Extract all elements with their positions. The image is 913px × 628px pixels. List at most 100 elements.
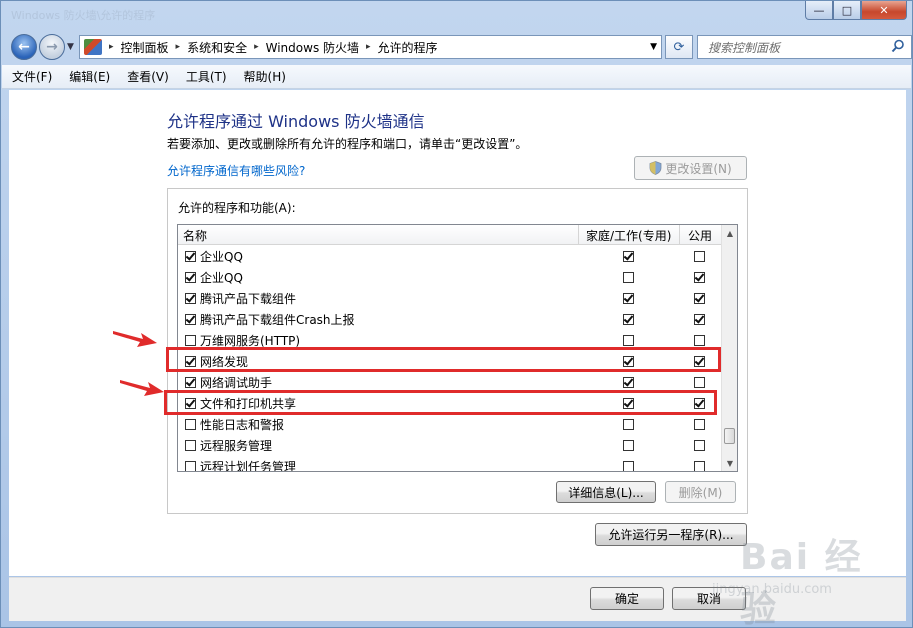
public-checkbox[interactable] (694, 272, 705, 283)
details-button[interactable]: 详细信息(L)... (556, 481, 656, 503)
column-public[interactable]: 公用 (688, 227, 712, 244)
public-checkbox[interactable] (694, 335, 705, 346)
home-work-checkbox[interactable] (623, 461, 634, 471)
scroll-thumb[interactable] (724, 428, 735, 444)
highlight-file-printer-sharing (164, 390, 717, 415)
chevron-right-icon[interactable]: ▸ (109, 42, 114, 52)
table-row[interactable]: 腾讯产品下载组件 (178, 288, 723, 309)
chevron-right-icon[interactable]: ▸ (254, 42, 259, 52)
menu-tools[interactable]: 工具(T) (186, 68, 227, 85)
scroll-up-icon[interactable]: ▲ (722, 225, 737, 241)
minimize-button[interactable]: — (805, 1, 833, 20)
program-name: 网络调试助手 (200, 376, 273, 390)
list-header: 名称 家庭/工作(专用) 公用 (178, 225, 723, 245)
home-work-checkbox[interactable] (623, 272, 634, 283)
uac-shield-icon (649, 161, 662, 175)
maximize-icon: □ (841, 3, 853, 17)
enable-checkbox[interactable] (185, 335, 196, 346)
recent-pages-dropdown[interactable]: ▼ (67, 42, 74, 52)
back-button[interactable]: ← (11, 34, 37, 60)
enable-checkbox[interactable] (185, 314, 196, 325)
address-bar[interactable]: ▸ 控制面板 ▸ 系统和安全 ▸ Windows 防火墙 ▸ 允许的程序 ▼ (79, 35, 662, 59)
program-name: 远程计划任务管理 (200, 460, 297, 472)
close-icon: ✕ (879, 3, 889, 17)
chevron-down-icon[interactable]: ▼ (650, 42, 657, 52)
home-work-checkbox[interactable] (623, 440, 634, 451)
baidu-watermark: Bai 经验 jingyan.baidu.com (700, 520, 900, 628)
column-home-work[interactable]: 家庭/工作(专用) (586, 227, 671, 244)
breadcrumb-system-security[interactable]: 系统和安全 (187, 39, 247, 56)
breadcrumb-windows-firewall[interactable]: Windows 防火墙 (266, 39, 359, 56)
control-panel-icon (84, 39, 102, 55)
change-settings-button[interactable]: 更改设置(N) (634, 156, 747, 180)
enable-checkbox[interactable] (185, 377, 196, 388)
public-checkbox[interactable] (694, 314, 705, 325)
program-name: 性能日志和警报 (200, 418, 285, 432)
breadcrumb-control-panel[interactable]: 控制面板 (121, 39, 169, 56)
table-row[interactable]: 远程服务管理 (178, 435, 723, 456)
table-row[interactable]: 性能日志和警报 (178, 414, 723, 435)
public-checkbox[interactable] (694, 377, 705, 388)
change-settings-label: 更改设置(N) (665, 161, 732, 176)
enable-checkbox[interactable] (185, 461, 196, 471)
public-checkbox[interactable] (694, 251, 705, 262)
home-work-checkbox[interactable] (623, 293, 634, 304)
public-checkbox[interactable] (694, 293, 705, 304)
program-name: 企业QQ (200, 250, 243, 264)
enable-checkbox[interactable] (185, 272, 196, 283)
home-work-checkbox[interactable] (623, 419, 634, 430)
title-bar[interactable]: Windows 防火墙\允许的程序 — □ ✕ (1, 1, 912, 29)
scroll-down-icon[interactable]: ▼ (722, 455, 737, 471)
refresh-button[interactable]: ⟳ (665, 35, 693, 59)
ok-button[interactable]: 确定 (590, 587, 664, 610)
enable-checkbox[interactable] (185, 440, 196, 451)
table-row[interactable]: 远程计划任务管理 (178, 456, 723, 472)
maximize-button[interactable]: □ (833, 1, 861, 20)
minimize-icon: — (813, 3, 825, 17)
menu-edit[interactable]: 编辑(E) (69, 68, 110, 85)
public-checkbox[interactable] (694, 440, 705, 451)
enable-checkbox[interactable] (185, 251, 196, 262)
home-work-checkbox[interactable] (623, 314, 634, 325)
remove-button[interactable]: 删除(M) (665, 481, 736, 503)
enable-checkbox[interactable] (185, 419, 196, 430)
table-row[interactable]: 企业QQ (178, 267, 723, 288)
navigation-bar: ← → ▼ ▸ 控制面板 ▸ 系统和安全 ▸ Windows 防火墙 ▸ 允许的… (9, 33, 912, 61)
column-divider[interactable] (679, 225, 680, 245)
program-name: 腾讯产品下载组件 (200, 292, 297, 306)
watermark-url: jingyan.baidu.com (712, 582, 832, 597)
menu-view[interactable]: 查看(V) (127, 68, 169, 85)
chevron-right-icon[interactable]: ▸ (176, 42, 181, 52)
forward-button[interactable]: → (39, 34, 65, 60)
public-checkbox[interactable] (694, 419, 705, 430)
column-name[interactable]: 名称 (183, 227, 207, 244)
menu-help[interactable]: 帮助(H) (244, 68, 286, 85)
search-input[interactable]: 搜索控制面板 (697, 35, 912, 59)
chevron-right-icon[interactable]: ▸ (366, 42, 371, 52)
menu-file[interactable]: 文件(F) (12, 68, 52, 85)
public-checkbox[interactable] (694, 461, 705, 471)
risk-help-link[interactable]: 允许程序通信有哪些风险? (167, 162, 305, 179)
home-work-checkbox[interactable] (623, 335, 634, 346)
home-work-checkbox[interactable] (623, 251, 634, 262)
highlight-network-discovery (166, 347, 721, 372)
program-name: 远程服务管理 (200, 439, 273, 453)
search-icon[interactable] (891, 39, 905, 53)
watermark-text: Bai 经验 (740, 537, 863, 628)
program-name: 企业QQ (200, 271, 243, 285)
program-name: 腾讯产品下载组件Crash上报 (200, 313, 355, 327)
vertical-scrollbar[interactable]: ▲ ▼ (721, 225, 737, 471)
red-arrow-icon (120, 380, 164, 396)
close-button[interactable]: ✕ (861, 1, 907, 20)
table-row[interactable]: 企业QQ (178, 246, 723, 267)
arrow-left-icon: ← (18, 39, 30, 55)
caption-buttons: — □ ✕ (805, 1, 907, 20)
allowed-programs-label: 允许的程序和功能(A): (178, 201, 296, 215)
home-work-checkbox[interactable] (623, 377, 634, 388)
table-row[interactable]: 腾讯产品下载组件Crash上报 (178, 309, 723, 330)
arrow-right-icon: → (46, 39, 58, 55)
breadcrumb-allowed-programs[interactable]: 允许的程序 (378, 39, 438, 56)
column-divider[interactable] (578, 225, 579, 245)
enable-checkbox[interactable] (185, 293, 196, 304)
red-arrow-icon (113, 331, 157, 347)
